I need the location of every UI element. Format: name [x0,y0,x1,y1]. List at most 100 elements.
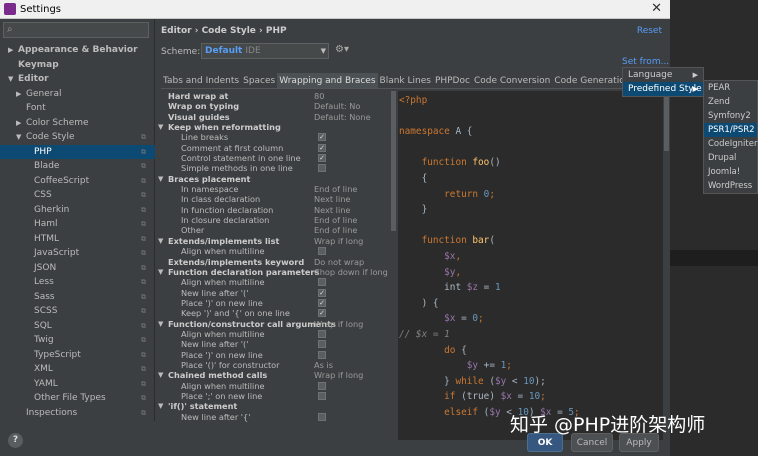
tab-item[interactable]: Tabs and Indents [161,73,241,88]
option-value[interactable]: 80 [314,91,324,101]
sidebar-item[interactable]: XML ⧉ [0,362,155,377]
sidebar-item[interactable]: ▶ Appearance & Behavior [0,43,155,58]
sidebar-item[interactable]: Twig ⧉ [0,333,155,348]
sidebar-item[interactable]: Other File Types ⧉ [0,391,155,406]
chevron-down-icon[interactable]: ▼ [8,72,13,87]
style-menu-item[interactable]: PEAR [704,81,757,95]
option-row[interactable]: Hard wrap at 80 [157,91,390,101]
option-row[interactable]: In class declaration Next line [157,194,390,204]
chevron-down-icon[interactable]: ▼ [158,122,163,132]
option-row[interactable]: New line after '(' ✓ [157,288,390,298]
option-value[interactable]: Default: None [314,112,371,122]
chevron-down-icon[interactable]: ▼ [158,174,163,184]
option-value[interactable]: Next line [314,194,350,204]
set-from-link[interactable]: Set from... [622,57,669,67]
option-row[interactable]: Other End of line [157,225,390,235]
menu-item[interactable]: Language ▶ [623,68,703,82]
option-row[interactable]: ▼ Braces placement [157,174,390,184]
sidebar-item[interactable]: TypeScript ⧉ [0,348,155,363]
option-checkbox[interactable] [318,340,326,349]
option-row[interactable]: ▼ Function/constructor call arguments Wrap… [157,319,390,329]
preview-scrollbar[interactable] [663,91,670,440]
option-checkbox[interactable] [318,164,326,173]
scheme-select[interactable]: Default IDE ▼ [201,43,329,59]
tab-item[interactable]: Spaces [241,73,277,88]
option-row[interactable]: In closure declaration End of line [157,215,390,225]
style-menu-item[interactable]: PSR1/PSR2 [704,123,757,137]
options-scrollbar[interactable] [391,91,396,440]
chevron-down-icon[interactable]: ▼ [158,267,163,277]
option-value[interactable]: Wrap if long [314,319,363,329]
option-row[interactable]: Place '()' for constructor As is [157,360,390,370]
chevron-down-icon[interactable]: ▼ [158,236,163,246]
option-checkbox[interactable]: ✓ [318,309,326,318]
style-menu-item[interactable]: Joomla! [704,165,757,179]
option-value[interactable]: End of line [314,225,357,235]
sidebar-item[interactable]: Haml ⧉ [0,217,155,232]
option-row[interactable]: Line breaks ✓ [157,132,390,142]
gear-icon[interactable]: ⚙▾ [335,44,349,55]
sidebar-item[interactable]: SQL ⧉ [0,319,155,334]
option-checkbox[interactable]: ✓ [318,288,326,297]
style-menu-item[interactable]: CodeIgniter [704,137,757,151]
option-checkbox[interactable] [318,412,326,421]
option-row[interactable]: Wrap on typing Default: No [157,101,390,111]
chevron-right-icon[interactable]: ▶ [16,87,21,102]
option-row[interactable]: ▼ 'if()' statement [157,401,390,411]
option-row[interactable]: Simple methods in one line [157,163,390,173]
chevron-down-icon[interactable]: ▼ [158,401,163,411]
style-menu-item[interactable]: Drupal [704,151,757,165]
option-checkbox[interactable] [318,329,326,338]
option-row[interactable]: Keep ')' and '{' on one line ✓ [157,308,390,318]
sidebar-item[interactable]: ▼ Editor [0,72,155,87]
sidebar-item[interactable]: PHP ⧉ [0,144,155,159]
reset-link[interactable]: Reset [637,26,662,36]
sidebar-item[interactable]: Sass ⧉ [0,290,155,305]
style-menu-item[interactable]: Zend [704,95,757,109]
tab-item[interactable]: PHPDoc [433,73,472,88]
close-icon[interactable]: ✕ [651,1,662,16]
option-row[interactable]: New line after '(' [157,339,390,349]
option-row[interactable]: Extends/implements keyword Do not wrap [157,257,390,267]
sidebar-item[interactable]: CSS ⧉ [0,188,155,203]
sidebar-item[interactable]: Keymap [0,58,155,73]
help-button[interactable]: ? [8,433,23,448]
sidebar-item[interactable]: SCSS ⧉ [0,304,155,319]
sidebar-item[interactable]: Less ⧉ [0,275,155,290]
option-row[interactable]: ▼ Extends/implements list Wrap if long [157,236,390,246]
option-value[interactable]: Default: No [314,101,360,111]
sidebar-item[interactable]: JavaScript ⧉ [0,246,155,261]
option-checkbox[interactable]: ✓ [318,133,326,142]
option-checkbox[interactable] [318,278,326,287]
sidebar-item[interactable]: CoffeeScript ⧉ [0,174,155,189]
option-checkbox[interactable] [318,247,326,256]
option-row[interactable]: Control statement in one line ✓ [157,153,390,163]
tab-item[interactable]: Code Generation [552,73,632,88]
search-input[interactable]: ⌕ [3,22,149,38]
preview-scrollbar-thumb[interactable] [664,91,669,151]
option-row[interactable]: In namespace End of line [157,184,390,194]
sidebar-item[interactable]: Font [0,101,155,116]
style-menu-item[interactable]: WordPress [704,179,757,193]
option-row[interactable]: Visual guides Default: None [157,112,390,122]
option-value[interactable]: Next line [314,205,350,215]
option-row[interactable]: Comment at first column ✓ [157,143,390,153]
menu-item[interactable]: Predefined Style ▶ [623,82,703,96]
tab-item[interactable]: Blank Lines [378,73,433,88]
chevron-down-icon[interactable]: ▼ [158,319,163,329]
sidebar-item[interactable]: Gherkin ⧉ [0,203,155,218]
option-value[interactable]: Do not wrap [314,257,364,267]
option-row[interactable]: Place ';' on new line [157,391,390,401]
option-value[interactable]: End of line [314,184,357,194]
option-row[interactable]: Align when multiline [157,329,390,339]
chevron-down-icon[interactable]: ▼ [158,370,163,380]
option-row[interactable]: Place ')' on new line [157,350,390,360]
option-checkbox[interactable]: ✓ [318,154,326,163]
option-checkbox[interactable] [318,391,326,400]
option-row[interactable]: ▼ Keep when reformatting [157,122,390,132]
sidebar-item[interactable]: YAML ⧉ [0,377,155,392]
option-row[interactable]: ▼ Function declaration parameters Chop dow… [157,267,390,277]
option-row[interactable]: Align when multiline [157,246,390,256]
sidebar-item[interactable]: ▼ Code Style ⧉ [0,130,155,145]
option-checkbox[interactable]: ✓ [318,298,326,307]
